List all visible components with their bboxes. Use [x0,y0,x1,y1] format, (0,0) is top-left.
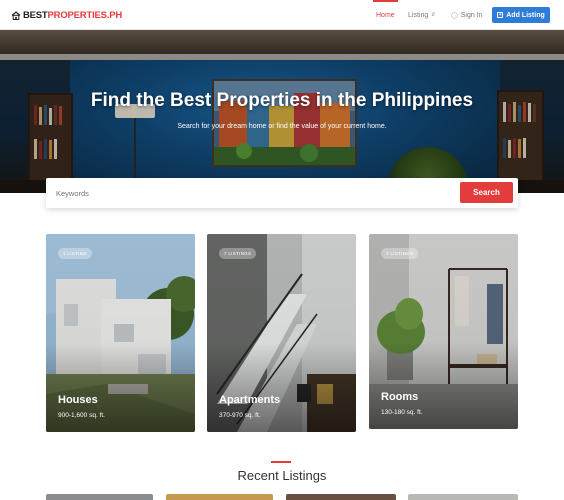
nav-listing-label: Listing [408,11,429,19]
listing-count-badge: 1 LISTING [58,248,92,259]
category-card-apartments[interactable]: 7 LISTINGS Apartments 370-970 sq. ft. [207,234,356,432]
nav-sign-in-label: Sign In [460,11,483,19]
listing-count-badge: 3 LISTINGS [381,248,419,259]
hero-subtitle: Search for your dream home or find the v… [177,123,387,130]
chevron-updown-icon: ⇵ [431,12,436,18]
category-card-houses[interactable]: 1 LISTING Houses 900-1,600 sq. ft. [46,234,195,432]
category-title: Apartments [219,394,281,406]
nav-sign-in[interactable]: ◯ Sign In [451,0,483,30]
hero-banner: Find the Best Properties in the Philippi… [0,30,564,193]
nav-listing[interactable]: Listing ⇵ [408,0,435,30]
listing-thumbnail[interactable] [408,494,518,500]
plus-icon: + [497,12,504,18]
site-logo[interactable]: BESTPROPERTIES.PH [11,9,122,21]
logo-text-best: BEST [23,9,48,21]
logo-text-properties: PROPERTIES.PH [47,9,123,21]
search-bar: Search [46,178,518,208]
search-input[interactable] [56,186,436,200]
category-size: 130-180 sq. ft. [381,409,423,416]
listing-thumbnail[interactable] [46,494,153,500]
user-icon: ◯ [451,12,458,19]
nav-home-label: Home [376,11,395,19]
listing-thumbnail[interactable] [166,494,273,500]
category-title: Rooms [381,391,419,403]
category-size: 900-1,600 sq. ft. [58,412,105,419]
logo-text: BESTPROPERTIES.PH [23,10,122,21]
listing-thumbnail[interactable] [286,494,396,500]
site-header: BESTPROPERTIES.PH Home Listing ⇵ ◯ Sign … [0,0,564,30]
section-divider [271,461,291,463]
add-listing-button[interactable]: + Add Listing [492,7,550,23]
recent-listings-title: Recent Listings [237,468,327,483]
hero-title: Find the Best Properties in the Philippi… [90,90,474,111]
category-size: 370-970 sq. ft. [219,412,261,419]
category-card-rooms[interactable]: 3 LISTINGS Rooms 130-180 sq. ft. [369,234,518,429]
house-icon [11,10,21,20]
add-listing-label: Add Listing [506,11,545,19]
listing-count-badge: 7 LISTINGS [219,248,257,259]
search-button[interactable]: Search [460,182,513,203]
nav-home[interactable]: Home [373,0,398,30]
category-title: Houses [58,394,98,406]
nav-active-indicator [373,0,398,2]
